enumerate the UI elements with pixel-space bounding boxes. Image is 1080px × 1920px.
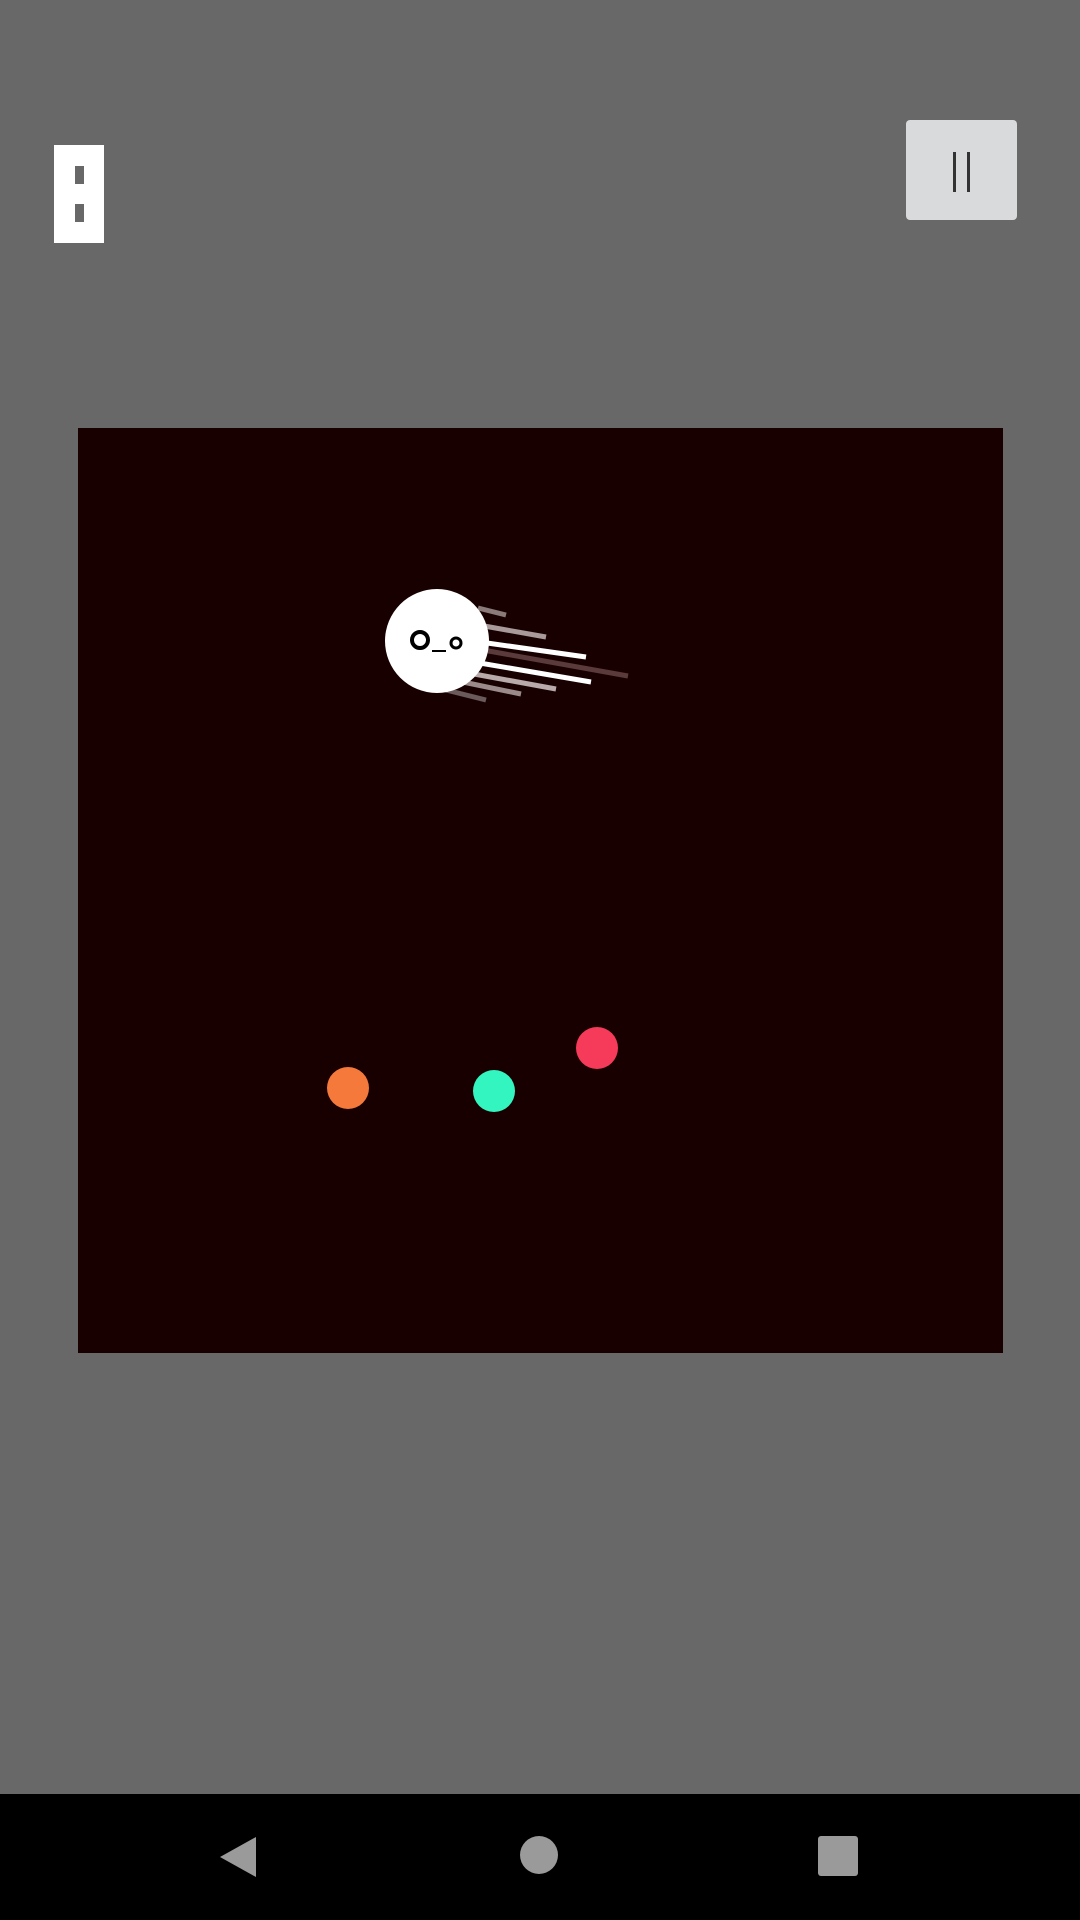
arena-canvas	[327, 589, 629, 1112]
game-arena[interactable]	[78, 428, 1003, 1353]
back-triangle-icon[interactable]	[216, 1835, 260, 1879]
player-ball	[385, 589, 489, 693]
pause-icon-bar	[967, 152, 970, 192]
green-dot	[473, 1070, 515, 1112]
score-segment-bottom	[75, 204, 84, 222]
recents-square-icon[interactable]	[818, 1836, 858, 1876]
score-segment-top	[75, 166, 84, 184]
pause-button[interactable]	[906, 120, 1017, 220]
score-indicator-icon	[54, 145, 104, 243]
red-dot	[576, 1027, 618, 1069]
orange-dot	[327, 1067, 369, 1109]
game-screen	[0, 0, 1080, 1920]
pause-icon	[953, 152, 956, 192]
home-circle-icon[interactable]	[520, 1836, 558, 1874]
